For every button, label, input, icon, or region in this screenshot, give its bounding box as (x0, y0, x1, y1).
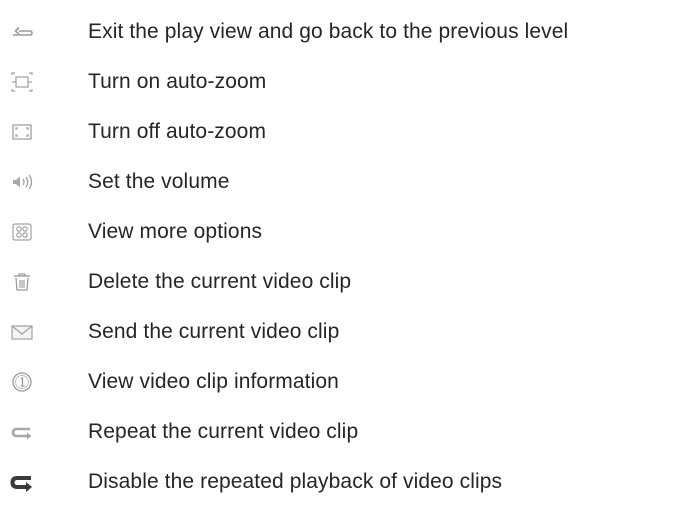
legend-row-exit: Exit the play view and go back to the pr… (0, 12, 675, 52)
legend-row-repeat: Repeat the current video clip (0, 412, 675, 452)
legend-row-volume: Set the volume (0, 162, 675, 202)
legend-label: Turn on auto-zoom (88, 70, 267, 93)
legend-row-repeat-off: Disable the repeated playback of video c… (0, 462, 675, 502)
repeat-off-icon (10, 470, 34, 494)
auto-zoom-off-icon (10, 120, 34, 144)
legend-label: Turn off auto-zoom (88, 120, 267, 143)
legend-label: View video clip information (88, 370, 339, 393)
legend-row-zoom-on: Turn on auto-zoom (0, 62, 675, 102)
legend-label: Set the volume (88, 170, 230, 193)
legend-label: View more options (88, 220, 263, 243)
envelope-icon (10, 320, 34, 344)
volume-icon (10, 170, 34, 194)
legend-row-delete: Delete the current video clip (0, 262, 675, 302)
legend-label: Delete the current video clip (88, 270, 352, 293)
options-grid-icon (10, 220, 34, 244)
legend-label: Exit the play view and go back to the pr… (88, 20, 569, 43)
repeat-icon (10, 420, 34, 444)
legend-row-zoom-off: Turn off auto-zoom (0, 112, 675, 152)
legend-label: Disable the repeated playback of video c… (88, 470, 503, 493)
legend-row-send: Send the current video clip (0, 312, 675, 352)
trash-icon (10, 270, 34, 294)
info-icon (10, 370, 34, 394)
legend-label: Send the current video clip (88, 320, 340, 343)
legend-label: Repeat the current video clip (88, 420, 359, 443)
back-arrow-icon (10, 20, 34, 44)
auto-zoom-on-icon (10, 70, 34, 94)
icon-legend-list: Exit the play view and go back to the pr… (0, 0, 675, 532)
legend-row-options: View more options (0, 212, 675, 252)
legend-row-info: View video clip information (0, 362, 675, 402)
